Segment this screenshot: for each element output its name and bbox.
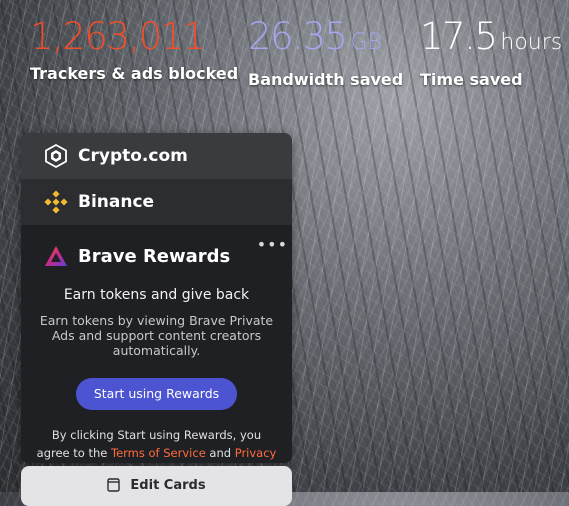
card-tab-label: Crypto.com [78,146,188,166]
card-tab-crypto-com[interactable]: Crypto.com [21,133,292,179]
edit-cards-button[interactable]: Edit Cards [21,466,292,506]
card-tab-binance[interactable]: Binance [21,179,292,225]
stat-value: 17.5 hours [420,15,563,58]
edit-cards-icon [107,478,121,492]
widget-stack: Crypto.com Binance Brave Rewards ••• Ear… [21,133,292,463]
stats-bar: 1,263,011 Trackers & ads blocked 26.35 GB… [30,14,569,94]
brave-rewards-card: Brave Rewards ••• Earn tokens and give b… [21,225,292,463]
rewards-description: Earn tokens by viewing Brave Private Ads… [39,313,274,358]
terms-of-service-link[interactable]: Terms of Service [111,446,206,460]
stat-bandwidth-saved: 26.35 GB Bandwidth saved [248,14,403,89]
start-using-rewards-button[interactable]: Start using Rewards [75,378,238,410]
crypto-com-logo-icon [43,144,68,169]
stat-label: Trackers & ads blocked [30,64,239,83]
more-options-icon[interactable]: ••• [257,235,288,254]
stat-value: 1,263,011 [30,15,206,58]
edit-cards-label: Edit Cards [130,478,206,493]
stat-unit: hours [500,30,563,55]
rewards-headline: Earn tokens and give back [63,287,250,303]
binance-logo-icon [43,190,68,215]
stat-label: Time saved [420,70,523,89]
card-tab-label: Binance [78,192,155,212]
brave-rewards-logo-icon [43,244,68,269]
stat-trackers-blocked: 1,263,011 Trackers & ads blocked [30,14,238,83]
rewards-title: Brave Rewards [78,245,231,267]
stat-value: 26.35 GB [248,15,382,58]
rewards-terms: By clicking Start using Rewards, you agr… [35,426,278,463]
rewards-header: Brave Rewards [35,239,278,273]
terms-text: and [209,446,232,460]
stat-label: Bandwidth saved [248,70,404,89]
stat-time-saved: 17.5 hours Time saved [420,14,562,89]
stat-unit: GB [350,30,382,55]
